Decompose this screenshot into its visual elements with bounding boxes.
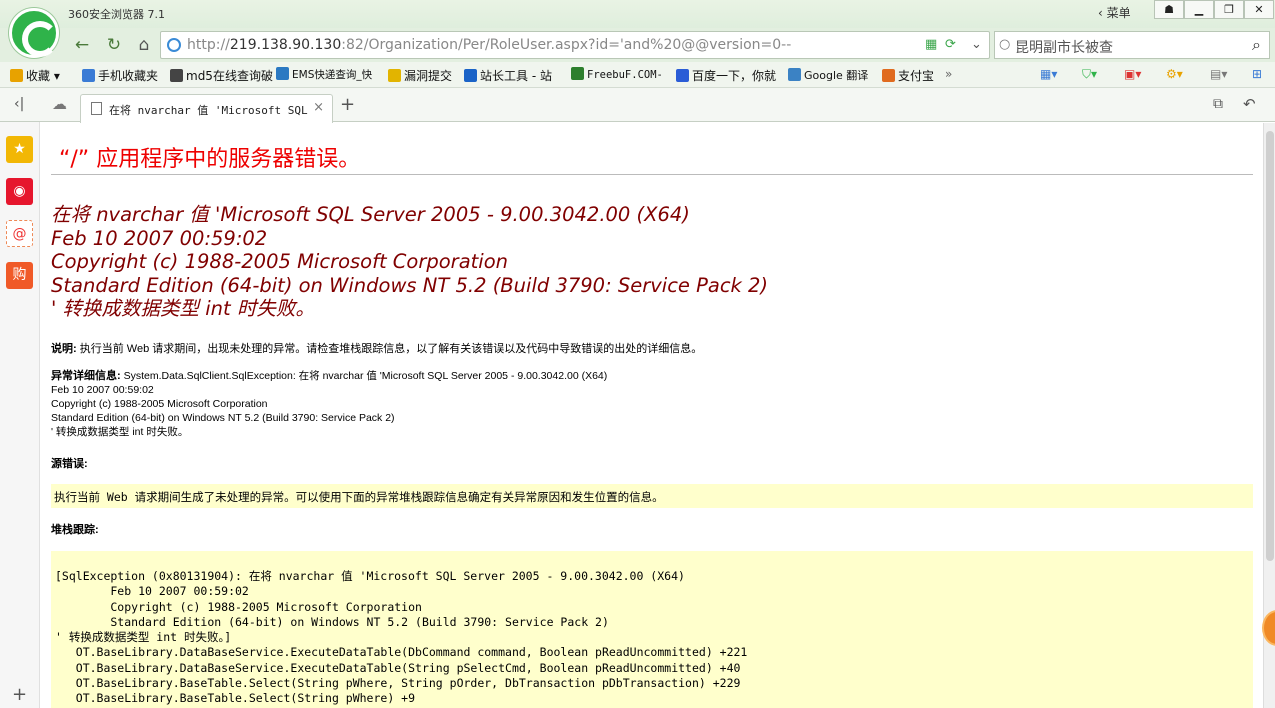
page-content: “/” 应用程序中的服务器错误。 在将 nvarchar 值 'Microsof…	[41, 123, 1263, 708]
adblock-icon[interactable]: ▣▾	[1124, 67, 1141, 81]
tab-title: 在将 nvarchar 值 'Microsoft SQL Se	[109, 104, 309, 117]
security-icon	[167, 38, 181, 52]
bookmark-item[interactable]: 漏洞提交	[388, 67, 452, 84]
screenshot-icon[interactable]: ▤▾	[1210, 67, 1227, 81]
menu-label: 菜单	[1106, 6, 1131, 20]
stack-line: OT.BaseLibrary.BaseTable.Select(String p…	[55, 691, 416, 706]
tab-active[interactable]: 在将 nvarchar 值 'Microsoft SQL Se ×	[80, 94, 333, 123]
phone-icon	[82, 69, 95, 82]
qrcode-icon[interactable]: ▦	[925, 37, 937, 52]
tab-bar: ‹| ☁ 在将 nvarchar 值 'Microsoft SQL Se × +…	[0, 88, 1275, 123]
baidu-icon	[676, 69, 689, 82]
menu-grid-icon[interactable]: ⊞	[1252, 67, 1262, 81]
restore-tabs-icon[interactable]: ⧉	[1213, 96, 1223, 112]
menu-button[interactable]: ‹ 菜单	[1098, 4, 1131, 21]
shopping-icon[interactable]: 购	[6, 262, 33, 289]
left-sidebar: ★ ◉ @ 购 +	[0, 122, 40, 708]
alipay-icon	[882, 69, 895, 82]
email-icon[interactable]: @	[6, 220, 33, 247]
stack-line: Feb 10 2007 00:59:02	[55, 584, 249, 599]
search-box[interactable]: ○ 昆明副市长被查 ⌕	[994, 31, 1270, 59]
back-icon[interactable]: ←	[70, 33, 94, 57]
app-title: 360安全浏览器 7.1	[68, 8, 165, 21]
tool-icon	[464, 69, 477, 82]
title-bar: 360安全浏览器 7.1 ‹ 菜单 ☗ ▁ ❐ ✕	[0, 0, 1275, 28]
apps-icon[interactable]: ▦▾	[1040, 67, 1057, 81]
page-icon	[91, 102, 102, 115]
divider	[51, 174, 1253, 175]
add-sidebar-icon[interactable]: +	[12, 684, 27, 705]
bookmark-item[interactable]: 支付宝	[882, 67, 934, 84]
bookmark-item[interactable]: 站长工具 - 站	[464, 67, 552, 84]
more-bookmarks-icon[interactable]: »	[945, 67, 952, 81]
tools-icon[interactable]: ⚙▾	[1166, 67, 1183, 81]
bookmark-item[interactable]: 百度一下，你就	[676, 67, 776, 84]
stack-line: OT.BaseLibrary.BaseTable.Select(String p…	[55, 676, 741, 691]
stack-trace-box: [SqlException (0x80131904): 在将 nvarchar …	[51, 551, 1253, 708]
bookmark-bar: 收藏 ▾ 手机收藏夹 md5在线查询破 EMS快递查询_快 漏洞提交 站长工具 …	[0, 62, 1275, 88]
bookmark-item[interactable]: Google 翻译	[788, 67, 868, 83]
exception-details: 异常详细信息: System.Data.SqlClient.SqlExcepti…	[51, 370, 608, 438]
bookmark-item[interactable]: md5在线查询破	[170, 67, 273, 84]
stack-line: Copyright (c) 1988-2005 Microsoft Corpor…	[55, 599, 422, 614]
bookmark-item[interactable]: FreebuF.COM-	[571, 67, 663, 81]
new-tab-button[interactable]: +	[340, 94, 355, 115]
description: 说明: 执行当前 Web 请求期间，出现未处理的异常。请检查堆栈跟踪信息，以了解…	[51, 340, 702, 356]
weibo-icon[interactable]: ◉	[6, 178, 33, 205]
stack-line: OT.BaseLibrary.DataBaseService.ExecuteDa…	[55, 645, 748, 660]
stack-trace-label: 堆栈跟踪:	[51, 524, 99, 536]
shield-icon[interactable]: ⛉▾	[1082, 67, 1097, 82]
minimize-icon[interactable]: ▁	[1184, 0, 1214, 19]
browser-logo-icon	[9, 8, 59, 58]
undo-close-icon[interactable]: ↶	[1243, 95, 1256, 113]
search-icon[interactable]: ⌕	[1252, 35, 1261, 55]
source-error-box: 执行当前 Web 请求期间生成了未处理的异常。可以使用下面的异常堆栈跟踪信息确定…	[51, 484, 1253, 508]
search-engine-icon[interactable]: ○	[999, 37, 1010, 52]
description-text: 执行当前 Web 请求期间，出现未处理的异常。请检查堆栈跟踪信息，以了解有关该错…	[76, 343, 703, 355]
source-error-label: 源错误:	[51, 458, 88, 470]
search-input[interactable]: 昆明副市长被查	[1015, 37, 1113, 57]
navigation-bar: ← ↻ ⌂ http://219.138.90.130:82/Organizat…	[0, 28, 1275, 62]
favorites-star-icon[interactable]: ★	[6, 136, 33, 163]
address-dropdown-icon[interactable]: ⌄	[971, 37, 982, 52]
skin-icon[interactable]: ☗	[1154, 0, 1184, 19]
error-message: 在将 nvarchar 值 'Microsoft SQL Server 2005…	[51, 203, 769, 320]
grid-icon	[170, 69, 183, 82]
speed-icon[interactable]: ⟳	[945, 37, 956, 52]
stack-line: [SqlException (0x80131904): 在将 nvarchar …	[55, 569, 685, 583]
tab-close-icon[interactable]: ×	[313, 100, 324, 115]
address-bar[interactable]: http://219.138.90.130:82/Organization/Pe…	[160, 31, 990, 59]
stack-line: Standard Edition (64-bit) on Windows NT …	[55, 614, 609, 629]
star-icon	[10, 69, 23, 82]
favorites-button[interactable]: 收藏 ▾	[10, 67, 60, 84]
home-icon[interactable]: ⌂	[132, 33, 156, 57]
stack-line: ' 转换成数据类型 int 时失败。]	[55, 630, 232, 645]
maximize-icon[interactable]: ❐	[1214, 0, 1244, 19]
page-title: “/” 应用程序中的服务器错误。	[59, 147, 361, 172]
sidebar-toggle-icon[interactable]: ‹|	[14, 96, 24, 112]
source-error-text: 执行当前 Web 请求期间生成了未处理的异常。可以使用下面的异常堆栈跟踪信息确定…	[54, 490, 664, 504]
refresh-icon[interactable]: ↻	[102, 33, 126, 57]
stack-line: OT.BaseLibrary.DataBaseService.ExecuteDa…	[55, 660, 741, 675]
description-label: 说明:	[51, 343, 77, 355]
cloud-icon[interactable]: ☁	[52, 95, 67, 113]
freebuf-icon	[571, 67, 584, 80]
url-text[interactable]: http://219.138.90.130:82/Organization/Pe…	[187, 37, 791, 53]
bookmark-item[interactable]: EMS快递查询_快	[276, 67, 372, 82]
folder-icon	[388, 69, 401, 82]
close-window-icon[interactable]: ✕	[1244, 0, 1274, 19]
scrollbar-thumb[interactable]	[1266, 131, 1274, 561]
ems-icon	[276, 67, 289, 80]
bookmark-item[interactable]: 手机收藏夹	[82, 67, 158, 84]
exception-label: 异常详细信息:	[51, 370, 121, 382]
google-translate-icon	[788, 68, 801, 81]
url-host: 219.138.90.130	[229, 37, 342, 53]
